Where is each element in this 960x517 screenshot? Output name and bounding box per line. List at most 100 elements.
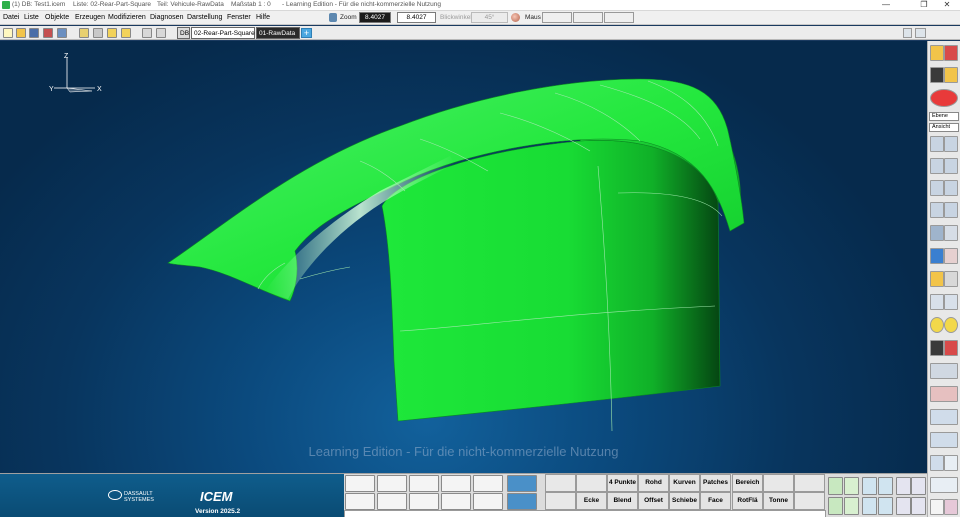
copy-object-icon[interactable] bbox=[377, 475, 407, 492]
cmd-schiebe[interactable]: Schiebe bbox=[669, 492, 700, 510]
render-sphere-icon[interactable] bbox=[930, 89, 958, 107]
cmd-rohd[interactable]: Rohd bbox=[638, 474, 669, 492]
3d-viewport[interactable]: Z X Y Learning Edition - Für die nicht-k… bbox=[0, 41, 927, 473]
hatch-tool-icon[interactable] bbox=[930, 158, 944, 174]
spline-tool-icon[interactable] bbox=[930, 180, 944, 196]
point-cloud-icon[interactable] bbox=[896, 497, 911, 515]
frame-icon[interactable] bbox=[930, 363, 958, 379]
mouse-icon[interactable] bbox=[944, 271, 958, 287]
group-icon[interactable] bbox=[441, 475, 471, 492]
save-as-icon[interactable] bbox=[43, 28, 53, 38]
cmd-rotflae[interactable]: RotFlä bbox=[732, 492, 763, 510]
menu-fenster[interactable]: Fenster bbox=[227, 14, 251, 21]
surface-tool-icon[interactable] bbox=[828, 477, 843, 495]
note-icon[interactable] bbox=[930, 499, 944, 515]
list-options-icon[interactable] bbox=[156, 28, 166, 38]
command-input[interactable] bbox=[344, 510, 826, 517]
curve-tool-icon[interactable] bbox=[930, 136, 944, 152]
cmd-blank-2[interactable] bbox=[576, 474, 607, 492]
db-selector[interactable]: DB bbox=[177, 27, 190, 39]
show-eye-icon[interactable] bbox=[409, 475, 439, 492]
scroll-right-icon[interactable] bbox=[903, 28, 912, 38]
sort-icon[interactable] bbox=[142, 28, 152, 38]
section-tool-2-icon[interactable] bbox=[944, 202, 958, 218]
menu-modifizieren[interactable]: Modifizieren bbox=[108, 14, 146, 21]
print-icon[interactable] bbox=[57, 28, 67, 38]
surface-model[interactable] bbox=[167, 78, 745, 432]
plane-dropdown[interactable]: Ebene bbox=[929, 112, 959, 121]
open-folder-icon[interactable] bbox=[16, 28, 26, 38]
zoom-icon[interactable] bbox=[329, 13, 337, 22]
current-view-tab[interactable]: 02-Rear-Part-Square bbox=[191, 27, 255, 39]
cmd-blank-6[interactable] bbox=[794, 492, 825, 510]
cmd-blank-1[interactable] bbox=[545, 474, 576, 492]
shading-icon[interactable] bbox=[930, 67, 944, 83]
cmd-blank-3[interactable] bbox=[763, 474, 794, 492]
paste-icon[interactable] bbox=[121, 28, 131, 38]
grid-tool-icon[interactable] bbox=[944, 158, 958, 174]
restore-button[interactable]: ❐ bbox=[917, 0, 931, 9]
cmd-offset[interactable]: Offset bbox=[638, 492, 669, 510]
copy-icon[interactable] bbox=[107, 28, 117, 38]
menu-diagnosen[interactable]: Diagnosen bbox=[150, 14, 183, 21]
curve-fit-3-icon[interactable] bbox=[862, 497, 877, 515]
point-cloud-2-icon[interactable] bbox=[911, 497, 926, 515]
cmd-bereich[interactable]: Bereich bbox=[732, 474, 763, 492]
open-object-icon[interactable] bbox=[345, 493, 375, 510]
cmd-kurven[interactable]: Kurven bbox=[669, 474, 700, 492]
undo-icon[interactable] bbox=[79, 28, 89, 38]
menu-hilfe[interactable]: Hilfe bbox=[256, 14, 270, 21]
section-tool-icon[interactable] bbox=[930, 202, 944, 218]
dimension-icon[interactable] bbox=[944, 455, 958, 471]
view-angle-icon[interactable] bbox=[511, 13, 520, 22]
zoom-field-secondary[interactable]: 8.4027 bbox=[397, 12, 436, 23]
toolbar-menu-icon[interactable] bbox=[915, 28, 926, 38]
zoom-in-icon[interactable] bbox=[944, 294, 958, 310]
curve-fit-2-icon[interactable] bbox=[878, 477, 893, 495]
create-object-icon[interactable] bbox=[345, 475, 375, 492]
shading-sphere-icon[interactable] bbox=[473, 493, 503, 510]
window-red-icon[interactable] bbox=[944, 340, 958, 356]
add-layer-button[interactable]: + bbox=[301, 28, 312, 38]
surface-tool-2-icon[interactable] bbox=[844, 477, 859, 495]
cmd-ecke[interactable]: Ecke bbox=[576, 492, 607, 510]
zoom-out-icon[interactable] bbox=[930, 294, 944, 310]
delete-icon[interactable] bbox=[944, 248, 958, 264]
modify-object-icon[interactable] bbox=[377, 493, 407, 510]
pan-hand-icon[interactable] bbox=[930, 271, 944, 287]
cmd-blend[interactable]: Blend bbox=[607, 492, 638, 510]
cut-icon[interactable] bbox=[93, 28, 103, 38]
cmd-patches[interactable]: Patches bbox=[700, 474, 731, 492]
eraser-icon[interactable] bbox=[930, 248, 944, 264]
menu-erzeugen[interactable]: Erzeugen bbox=[75, 14, 105, 21]
curve-tool-2-icon[interactable] bbox=[944, 136, 958, 152]
spline-tool-2-icon[interactable] bbox=[944, 180, 958, 196]
menu-darstellung[interactable]: Darstellung bbox=[187, 14, 222, 21]
edit-pen-icon[interactable] bbox=[473, 475, 503, 492]
points-line-2-icon[interactable] bbox=[911, 477, 926, 495]
smiley-icon[interactable] bbox=[930, 317, 944, 333]
visibility-icon[interactable] bbox=[409, 493, 439, 510]
cmd-blank-4[interactable] bbox=[794, 474, 825, 492]
coordinate-icon[interactable] bbox=[930, 455, 944, 471]
update-icon[interactable] bbox=[930, 477, 958, 493]
points-line-icon[interactable] bbox=[896, 477, 911, 495]
bookmark-icon[interactable] bbox=[944, 499, 958, 515]
layer-manager-icon[interactable] bbox=[930, 45, 944, 61]
menu-datei[interactable]: Datei bbox=[3, 14, 19, 21]
cmd-tonne[interactable]: Tonne bbox=[763, 492, 794, 510]
select-arrow-icon[interactable] bbox=[944, 225, 958, 241]
minimize-button[interactable]: — bbox=[879, 0, 893, 9]
cmd-blank-5[interactable] bbox=[545, 492, 576, 510]
save-icon[interactable] bbox=[29, 28, 39, 38]
surface-tool-3-icon[interactable] bbox=[828, 497, 843, 515]
zoom-field[interactable]: 8.4027 bbox=[359, 12, 391, 23]
grid-snap-icon[interactable] bbox=[930, 432, 958, 448]
snowflake-2-icon[interactable] bbox=[507, 493, 537, 510]
menu-objekte[interactable]: Objekte bbox=[45, 14, 69, 21]
curve-fit-4-icon[interactable] bbox=[878, 497, 893, 515]
window-icon[interactable] bbox=[930, 340, 944, 356]
analysis-icon[interactable] bbox=[930, 386, 958, 402]
color-palette-icon[interactable] bbox=[944, 45, 958, 61]
angle-field[interactable]: 45° bbox=[471, 12, 508, 23]
